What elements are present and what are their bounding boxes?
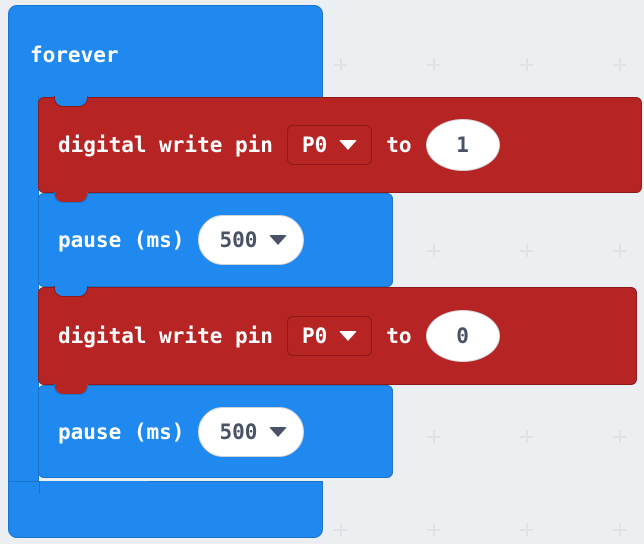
block-pause-2[interactable]: pause (ms) 500: [38, 384, 393, 478]
value-field-2[interactable]: 0: [425, 310, 500, 362]
connector-label-1: to: [386, 133, 412, 157]
grid-plus-mark: [334, 523, 347, 536]
pause-duration-dropdown-2[interactable]: 500: [198, 406, 305, 457]
block-digital-write-pin-2[interactable]: digital write pin P0 to 0: [38, 286, 637, 385]
grid-plus-mark: [613, 244, 626, 257]
grid-plus-mark: [613, 523, 626, 536]
forever-spine: [8, 95, 39, 495]
pin-dropdown-2[interactable]: P0: [286, 316, 373, 356]
grid-plus-mark: [427, 430, 440, 443]
grid-plus-mark: [427, 244, 440, 257]
grid-plus-mark: [520, 430, 533, 443]
chevron-down-icon: [339, 331, 358, 341]
grid-plus-mark: [334, 58, 347, 71]
pause-duration-value-2: 500: [219, 419, 258, 444]
forever-inner-notch: [39, 481, 149, 494]
grid-plus-mark: [520, 523, 533, 536]
blocks-workspace[interactable]: forever digital write pin P0 to 1 pause …: [0, 0, 644, 544]
grid-plus-mark: [427, 58, 440, 71]
grid-plus-mark: [613, 58, 626, 71]
chevron-down-icon: [269, 426, 288, 437]
grid-plus-mark: [520, 244, 533, 257]
digital-write-pin-label-2: digital write pin: [58, 324, 273, 348]
pin-dropdown-value-1: P0: [301, 133, 328, 157]
pin-dropdown-value-2: P0: [301, 324, 328, 348]
pin-dropdown-1[interactable]: P0: [286, 125, 373, 165]
digital-write-pin-label-1: digital write pin: [58, 133, 273, 157]
chevron-down-icon: [339, 140, 358, 150]
grid-plus-mark: [520, 58, 533, 71]
chevron-down-icon: [269, 235, 288, 245]
block-pause-1[interactable]: pause (ms) 500: [38, 192, 393, 287]
pause-duration-value-1: 500: [219, 228, 258, 252]
grid-plus-mark: [427, 523, 440, 536]
value-text-2: 0: [456, 324, 469, 348]
forever-label: forever: [30, 43, 119, 67]
pause-label-1: pause (ms): [58, 228, 185, 252]
grid-plus-mark: [613, 430, 626, 443]
pause-duration-dropdown-1[interactable]: 500: [198, 215, 305, 265]
value-field-1[interactable]: 1: [425, 119, 500, 171]
block-digital-write-pin-1[interactable]: digital write pin P0 to 1: [38, 96, 642, 193]
value-text-1: 1: [456, 133, 469, 157]
pause-label-2: pause (ms): [58, 419, 185, 444]
connector-label-2: to: [386, 324, 412, 348]
